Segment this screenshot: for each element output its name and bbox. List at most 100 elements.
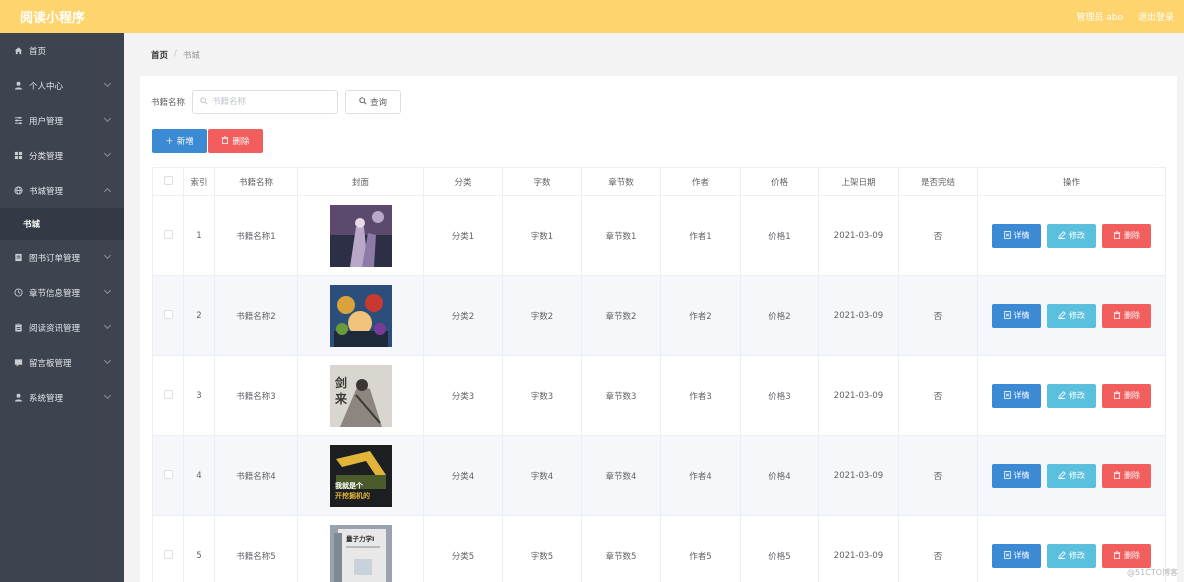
row-delete-button[interactable]: 删除: [1102, 463, 1151, 488]
select-cell: [152, 435, 184, 516]
sidebar-item-label: 阅读资讯管理: [29, 323, 81, 334]
watermark: @51CTO博客: [1127, 568, 1178, 577]
trash-icon: [1113, 310, 1121, 321]
row-checkbox[interactable]: [163, 309, 173, 319]
edit-button[interactable]: 修改: [1047, 543, 1096, 568]
detail-button[interactable]: 详情: [992, 223, 1041, 248]
edit-button-label: 修改: [1069, 231, 1085, 240]
table-row[interactable]: 3 书籍名称3 剑来分类3 字数3 章节数3 作者3 价格3 2021-03-09 否详情 修改删…: [152, 355, 1166, 436]
action-buttons: ＋ 新增 删除: [152, 129, 263, 153]
admin-label[interactable]: 管理员 abo: [1076, 10, 1123, 23]
select-cell: [152, 275, 184, 356]
index-cell: 4: [183, 435, 215, 516]
clipboard-icon: [13, 323, 23, 333]
logout-link[interactable]: 退出登录: [1138, 10, 1174, 23]
row-checkbox[interactable]: [163, 469, 173, 479]
select-all-checkbox[interactable]: [163, 175, 173, 185]
table-row[interactable]: 1 书籍名称1 分类1 字数1 章节数1 作者1 价格1 2021-03-09 否 详情 修改 删除: [152, 195, 1166, 276]
table-row[interactable]: 4 书籍名称4 我就是个 开挖掘机的 分类4 字数4 章节数4 作者4 价格4 2021-03-0…: [152, 435, 1166, 516]
chevron-down-icon: [103, 391, 112, 400]
detail-button[interactable]: 详情: [992, 303, 1041, 328]
word-count-cell: 字数5: [502, 515, 582, 582]
row-delete-button[interactable]: 删除: [1102, 303, 1151, 328]
finished-cell: 否: [898, 515, 978, 582]
category-cell: 分类5: [423, 515, 503, 582]
delete-button[interactable]: 删除: [208, 129, 263, 153]
sidebar-item-5[interactable]: 图书订单管理: [0, 240, 124, 275]
sidebar-item-0[interactable]: 首页: [0, 33, 124, 68]
sidebar-item-2[interactable]: 用户管理: [0, 103, 124, 138]
price-cell: 价格5: [740, 515, 819, 582]
search-input-wrapper[interactable]: [192, 90, 339, 114]
sidebar-item-9[interactable]: 系统管理: [0, 380, 124, 415]
sidebar-item-6[interactable]: 章节信息管理: [0, 275, 124, 310]
operations-cell: 详情 修改 删除: [977, 275, 1166, 356]
pencil-icon: [1058, 550, 1066, 561]
book-name-cell: 书籍名称3: [214, 355, 298, 436]
app-title: 阅读小程序: [20, 11, 86, 26]
index-cell: 2: [183, 275, 215, 356]
column-header: 价格: [740, 167, 819, 196]
word-count-cell: 字数4: [502, 435, 582, 516]
sidebar-item-3[interactable]: 分类管理: [0, 138, 124, 173]
sidebar-subitem-bookstore[interactable]: 书城: [0, 208, 124, 240]
cover-cell: 我就是个 开挖掘机的: [297, 435, 424, 516]
delete-button-label: 删除: [1124, 551, 1140, 560]
column-header: 作者: [660, 167, 741, 196]
operations-cell: 详情 修改 删除: [977, 195, 1166, 276]
chevron-down-icon: [103, 79, 112, 88]
finished-cell: 否: [898, 355, 978, 436]
edit-button[interactable]: 修改: [1047, 223, 1096, 248]
chapter-count-cell: 章节数5: [581, 515, 661, 582]
user-icon: [13, 393, 23, 403]
query-button[interactable]: 查询: [345, 90, 402, 114]
book-cover-image: 量子力学Ⅰ: [329, 524, 392, 582]
search-input[interactable]: [212, 97, 333, 107]
breadcrumb-separator: /: [174, 49, 177, 59]
chevron-down-icon: [103, 356, 112, 365]
detail-button[interactable]: 详情: [992, 543, 1041, 568]
row-checkbox[interactable]: [163, 389, 173, 399]
table-row[interactable]: 5 书籍名称5 量子力学Ⅰ 分类5 字数5 章节数5 作者5 价格5 2021-03-09 否详情…: [152, 515, 1166, 582]
sidebar-item-1[interactable]: 个人中心: [0, 68, 124, 103]
author-cell: 作者1: [660, 195, 741, 276]
column-header: 章节数: [581, 167, 661, 196]
search-label: 书籍名称: [151, 98, 186, 108]
author-cell: 作者2: [660, 275, 741, 356]
table-row[interactable]: 2 书籍名称2 分类2 字数2 章节数2 作者2 价格2 2021-03-09 否 详情 修改 删除: [152, 275, 1166, 356]
breadcrumb-home[interactable]: 首页: [151, 49, 168, 61]
edit-button[interactable]: 修改: [1047, 383, 1096, 408]
detail-button[interactable]: 详情: [992, 463, 1041, 488]
row-checkbox[interactable]: [163, 229, 173, 239]
book-cover-image: [329, 204, 392, 267]
sidebar-item-4[interactable]: 书城管理: [0, 173, 124, 208]
sidebar-item-7[interactable]: 阅读资讯管理: [0, 310, 124, 345]
word-count-cell: 字数3: [502, 355, 582, 436]
grid-icon: [13, 151, 23, 161]
row-delete-button[interactable]: 删除: [1102, 543, 1151, 568]
row-checkbox[interactable]: [163, 549, 173, 559]
pencil-icon: [1058, 390, 1066, 401]
author-cell: 作者4: [660, 435, 741, 516]
row-delete-button[interactable]: 删除: [1102, 223, 1151, 248]
add-button[interactable]: ＋ 新增: [152, 129, 207, 153]
document-icon: [1003, 550, 1011, 561]
category-cell: 分类2: [423, 275, 503, 356]
edit-button[interactable]: 修改: [1047, 303, 1096, 328]
sidebar-item-label: 书城管理: [29, 186, 64, 197]
column-header: 封面: [297, 167, 424, 196]
document-icon: [1003, 230, 1011, 241]
operations-cell: 详情 修改 删除: [977, 435, 1166, 516]
detail-button[interactable]: 详情: [992, 383, 1041, 408]
add-button-label: 新增: [176, 137, 194, 147]
query-button-label: 查询: [370, 98, 388, 108]
category-cell: 分类4: [423, 435, 503, 516]
edit-button[interactable]: 修改: [1047, 463, 1096, 488]
row-delete-button[interactable]: 删除: [1102, 383, 1151, 408]
search-icon: [359, 96, 367, 108]
chevron-up-icon: [103, 187, 112, 196]
index-cell: 3: [183, 355, 215, 436]
sidebar-item-8[interactable]: 留言板管理: [0, 345, 124, 380]
document-icon: [1003, 310, 1011, 321]
pencil-icon: [1058, 470, 1066, 481]
